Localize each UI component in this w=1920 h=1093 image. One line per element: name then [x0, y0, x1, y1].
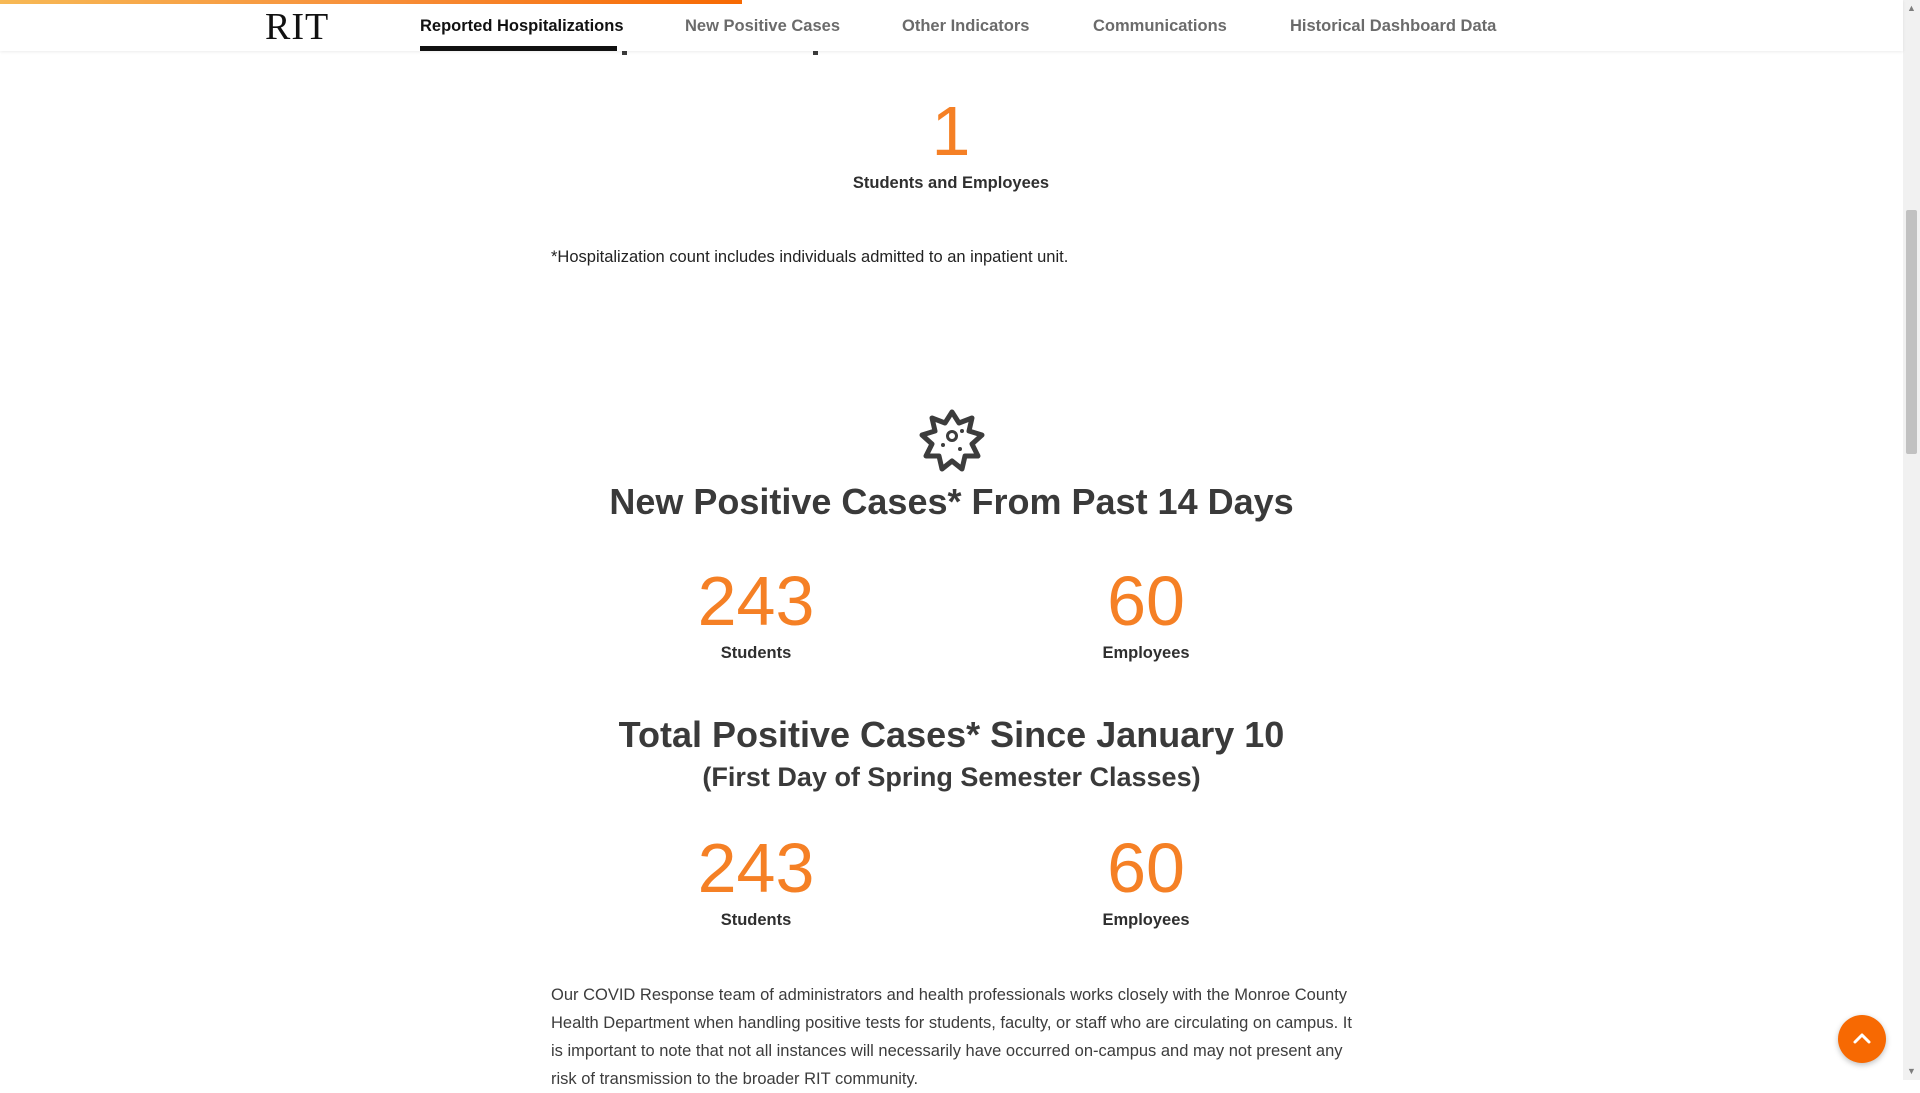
new-cases-students-count: 243 — [697, 562, 815, 640]
total-cases-employees-count: 60 — [1107, 829, 1185, 907]
total-cases-employees-label: Employees — [1102, 911, 1190, 929]
nav-new-positive-cases[interactable]: New Positive Cases — [685, 16, 840, 36]
new-cases-students-label: Students — [720, 644, 792, 662]
nav-communications[interactable]: Communications — [1093, 16, 1227, 36]
back-to-top-button[interactable] — [1838, 1015, 1886, 1063]
hospitalization-stat: 1 Students and Employees — [851, 96, 1051, 193]
virus-icon — [919, 409, 985, 472]
scroll-up-arrow-icon[interactable]: ▲ — [1903, 0, 1920, 17]
new-cases-title: New Positive Cases* From Past 14 Days — [609, 481, 1294, 522]
scrollbar-thumb[interactable] — [1906, 210, 1917, 454]
total-cases-title: Total Positive Cases* Since January 10 — [618, 714, 1285, 755]
nav-historical-dashboard-data[interactable]: Historical Dashboard Data — [1290, 16, 1496, 36]
top-navigation: RIT Reported Hospitalizations New Positi… — [0, 0, 1903, 51]
total-cases-employees-stat: 60 Employees — [1046, 833, 1246, 930]
new-cases-employees-stat: 60 Employees — [1046, 566, 1246, 663]
scroll-down-arrow-icon[interactable]: ▼ — [1903, 1063, 1920, 1080]
nav-other-indicators[interactable]: Other Indicators — [902, 16, 1029, 36]
covid-response-paragraph: Our COVID Response team of administrator… — [551, 986, 1352, 1088]
page-scrollbar[interactable]: ▲ ▼ — [1903, 0, 1920, 1080]
reading-progress-fill — [0, 0, 743, 4]
new-cases-employees-count: 60 — [1107, 562, 1185, 640]
rit-logo[interactable]: RIT — [265, 7, 329, 47]
total-cases-students-stat: 243 Students — [656, 833, 856, 930]
reading-progress-bar — [0, 0, 1903, 4]
new-cases-employees-label: Employees — [1102, 644, 1190, 662]
hospitalization-count: 1 — [931, 92, 971, 170]
hospitalization-footnote: *Hospitalization count includes individu… — [551, 248, 1069, 266]
total-cases-subtitle: (First Day of Spring Semester Classes) — [702, 762, 1201, 792]
active-nav-underline — [420, 46, 617, 51]
nav-reported-hospitalizations[interactable]: Reported Hospitalizations — [420, 16, 624, 36]
hospitalization-label: Students and Employees — [852, 174, 1050, 192]
total-cases-students-label: Students — [720, 911, 792, 929]
chevron-up-icon — [1853, 1033, 1871, 1044]
total-cases-students-count: 243 — [697, 829, 815, 907]
new-cases-students-stat: 243 Students — [656, 566, 856, 663]
